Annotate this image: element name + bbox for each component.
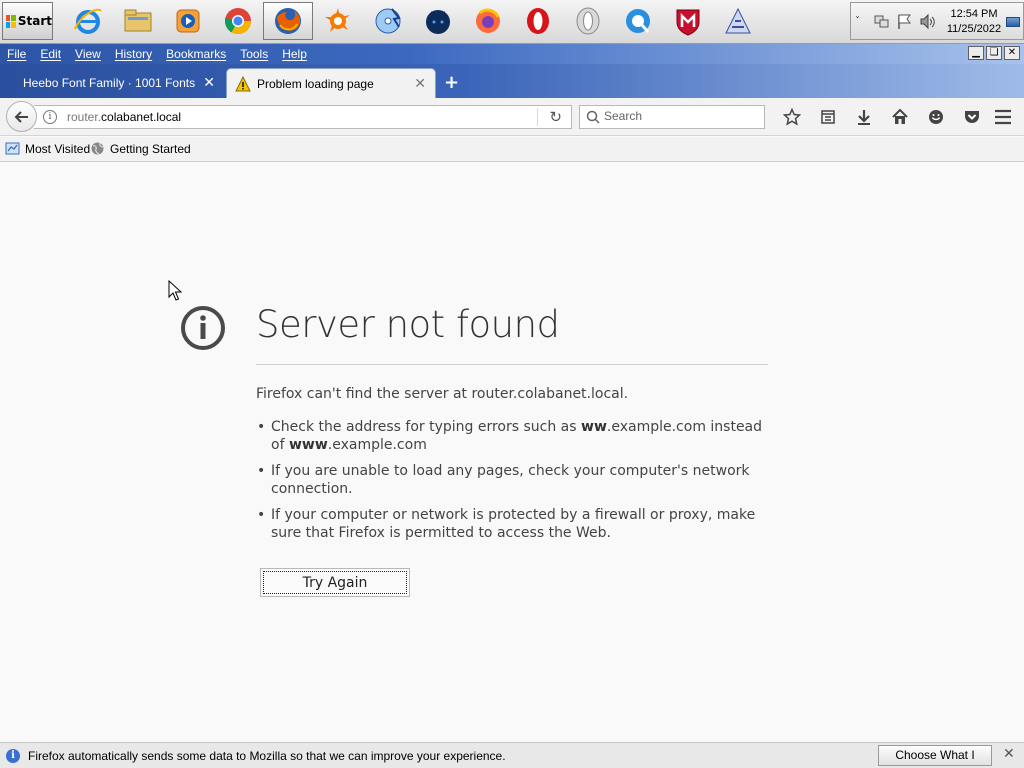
tab-label: Heebo Font Family · 1001 Fonts bbox=[23, 76, 196, 90]
start-button[interactable]: Start bbox=[2, 2, 53, 40]
media-player-icon[interactable] bbox=[163, 2, 213, 40]
bookmark-star-icon[interactable] bbox=[774, 106, 810, 128]
data-reporting-notification: i Firefox automatically sends some data … bbox=[0, 742, 1024, 768]
opera-icon[interactable] bbox=[513, 2, 563, 40]
taskbar-pinned-apps bbox=[63, 2, 763, 40]
app-a-icon[interactable] bbox=[713, 2, 763, 40]
bookmark-getting-started[interactable]: Getting Started bbox=[90, 141, 191, 156]
close-tab-icon[interactable]: ✕ bbox=[414, 75, 426, 92]
start-label: Start bbox=[17, 14, 52, 28]
error-title: Server not found bbox=[256, 303, 560, 346]
address-bar[interactable]: i router.colabanet.local ↻ bbox=[34, 105, 572, 129]
internet-explorer-icon[interactable] bbox=[63, 2, 113, 40]
mcafee-icon[interactable] bbox=[663, 2, 713, 40]
tab-strip: Heebo Font Family · 1001 Fonts ✕ Problem… bbox=[0, 64, 1024, 98]
suggestion-item: If you are unable to load any pages, che… bbox=[256, 462, 768, 498]
back-button[interactable] bbox=[6, 101, 37, 132]
reading-list-icon[interactable] bbox=[810, 106, 846, 128]
taskbar: Start ˇ 12:54 PM 11/25/2022 bbox=[0, 0, 1024, 44]
menu-edit[interactable]: Edit bbox=[40, 47, 61, 61]
suggestion-item: If your computer or network is protected… bbox=[256, 506, 768, 542]
url-text[interactable]: router.colabanet.local bbox=[67, 110, 181, 124]
reload-icon[interactable]: ↻ bbox=[549, 108, 562, 126]
network-icon[interactable] bbox=[873, 13, 890, 30]
clock-date: 11/25/2022 bbox=[946, 23, 1002, 35]
warning-icon bbox=[235, 75, 251, 91]
home-icon[interactable] bbox=[882, 106, 918, 128]
page-content: Server not found Firefox can't find the … bbox=[0, 162, 1024, 742]
volume-icon[interactable] bbox=[919, 13, 936, 30]
opera-outline-icon[interactable] bbox=[563, 2, 613, 40]
notification-text: Firefox automatically sends some data to… bbox=[28, 749, 506, 763]
menu-bar: File Edit View History Bookmarks Tools H… bbox=[0, 44, 1024, 64]
minimize-button[interactable]: ▁ bbox=[968, 46, 984, 60]
clock-time: 12:54 PM bbox=[950, 8, 998, 20]
menu-help[interactable]: Help bbox=[282, 47, 307, 61]
downloads-icon[interactable] bbox=[846, 106, 882, 128]
menu-file[interactable]: File bbox=[7, 47, 26, 61]
bookmark-label: Most Visited bbox=[25, 141, 91, 156]
suggestion-item: Check the address for typing errors such… bbox=[256, 418, 768, 454]
search-input[interactable] bbox=[604, 109, 759, 123]
error-suggestions: Check the address for typing errors such… bbox=[256, 418, 768, 550]
tray-expand-icon[interactable]: ˇ bbox=[855, 16, 860, 27]
choose-what-i-share-button[interactable]: Choose What I Share bbox=[878, 745, 992, 768]
info-icon: i bbox=[6, 749, 20, 763]
firefox-alt-icon[interactable] bbox=[463, 2, 513, 40]
title-divider bbox=[256, 364, 768, 365]
search-icon bbox=[586, 110, 600, 124]
search-box[interactable] bbox=[579, 105, 765, 129]
site-info-icon[interactable]: i bbox=[43, 110, 57, 124]
system-tray: ˇ 12:54 PM 11/25/2022 bbox=[850, 2, 1024, 40]
hello-chat-icon[interactable] bbox=[918, 106, 954, 128]
back-arrow-icon bbox=[14, 110, 28, 123]
windows-logo-icon bbox=[6, 14, 16, 28]
new-tab-button[interactable]: + bbox=[444, 72, 459, 93]
tip-bold: ww bbox=[581, 419, 607, 435]
waterfox-icon[interactable] bbox=[413, 2, 463, 40]
restore-button[interactable]: ❏ bbox=[986, 46, 1002, 60]
bookmarks-toolbar: Most Visited Getting Started bbox=[0, 137, 1024, 162]
cd-burner-icon[interactable] bbox=[363, 2, 413, 40]
hamburger-menu-icon[interactable] bbox=[992, 106, 1014, 128]
mouse-cursor-icon bbox=[168, 280, 182, 301]
urlbar-divider bbox=[537, 108, 538, 126]
close-window-button[interactable]: ✕ bbox=[1004, 46, 1020, 60]
file-explorer-icon[interactable] bbox=[113, 2, 163, 40]
most-visited-icon bbox=[5, 142, 20, 155]
menu-tools[interactable]: Tools bbox=[240, 47, 268, 61]
show-desktop-button[interactable] bbox=[1006, 17, 1020, 27]
error-description: Firefox can't find the server at router.… bbox=[256, 386, 629, 402]
try-again-button[interactable]: Try Again bbox=[260, 568, 410, 597]
menu-bookmarks[interactable]: Bookmarks bbox=[166, 47, 226, 61]
tab-label: Problem loading page bbox=[257, 76, 374, 91]
tip-text: .example.com bbox=[327, 437, 427, 453]
tab-heebo-font[interactable]: Heebo Font Family · 1001 Fonts ✕ bbox=[0, 68, 226, 98]
close-tab-icon[interactable]: ✕ bbox=[203, 74, 215, 91]
menu-history[interactable]: History bbox=[115, 47, 152, 61]
tab-problem-loading[interactable]: Problem loading page ✕ bbox=[226, 68, 436, 98]
info-circle-icon bbox=[181, 306, 225, 350]
firefox-icon[interactable] bbox=[263, 2, 313, 40]
bookmark-most-visited[interactable]: Most Visited bbox=[5, 141, 90, 156]
action-center-flag-icon[interactable] bbox=[896, 13, 913, 30]
url-prefix: router. bbox=[67, 110, 102, 124]
navigation-toolbar: i router.colabanet.local ↻ bbox=[0, 98, 1024, 136]
try-again-label: Try Again bbox=[263, 571, 407, 594]
avast-icon[interactable] bbox=[313, 2, 363, 40]
system-clock[interactable]: 12:54 PM 11/25/2022 bbox=[944, 7, 1004, 37]
pocket-icon[interactable] bbox=[954, 106, 990, 128]
getting-started-icon bbox=[91, 142, 104, 155]
close-notification-icon[interactable]: ✕ bbox=[1003, 746, 1015, 762]
quicktime-icon[interactable] bbox=[613, 2, 663, 40]
menu-view[interactable]: View bbox=[75, 47, 101, 61]
bookmark-label: Getting Started bbox=[110, 141, 191, 156]
chrome-icon[interactable] bbox=[213, 2, 263, 40]
tip-text: Check the address for typing errors such… bbox=[271, 419, 582, 435]
tip-bold: www bbox=[288, 437, 328, 453]
url-host: colabanet.local bbox=[101, 110, 182, 124]
